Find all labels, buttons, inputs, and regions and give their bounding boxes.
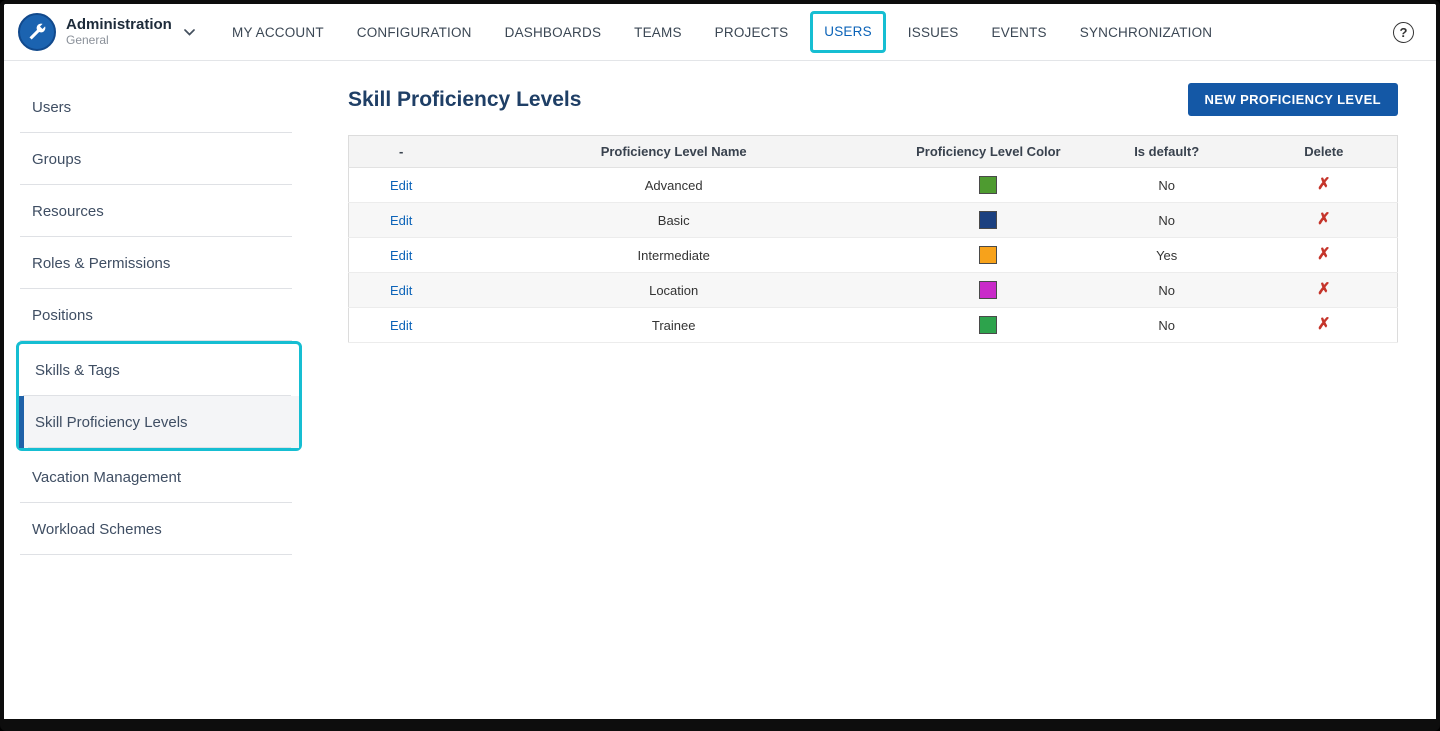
app-title: Administration — [66, 16, 172, 34]
column-header-name: Proficiency Level Name — [453, 135, 894, 168]
sidebar-item-label: Positions — [32, 306, 93, 324]
is-default-value: No — [1082, 272, 1251, 308]
chevron-down-icon[interactable] — [183, 28, 195, 36]
delete-icon[interactable]: ✗ — [1317, 316, 1330, 333]
is-default-value: No — [1082, 307, 1251, 343]
column-header-color: Proficiency Level Color — [893, 135, 1083, 168]
is-default-value: Yes — [1082, 237, 1251, 273]
app-window: Administration General MY ACCOUNT CONFIG… — [0, 0, 1440, 731]
column-header-delete: Delete — [1250, 135, 1398, 168]
sidebar-item-label: Groups — [32, 150, 82, 168]
nav-issues[interactable]: ISSUES — [908, 25, 959, 40]
table-row: Edit Location No ✗ — [348, 272, 1398, 308]
sidebar-item-resources[interactable]: Resources — [4, 185, 314, 237]
sidebar-item-label: Vacation Management — [32, 468, 181, 486]
main-header: Skill Proficiency Levels NEW PROFICIENCY… — [348, 83, 1398, 116]
sidebar-item-workload-schemes[interactable]: Workload Schemes — [4, 503, 314, 555]
sidebar-item-label: Resources — [32, 202, 104, 220]
sidebar-item-label: Workload Schemes — [32, 520, 162, 538]
nav-users[interactable]: USERS — [824, 24, 872, 39]
sidebar-item-label: Skill Proficiency Levels — [35, 413, 188, 431]
table-row: Edit Advanced No ✗ — [348, 167, 1398, 203]
page-title: Skill Proficiency Levels — [348, 87, 582, 111]
top-bar: Administration General MY ACCOUNT CONFIG… — [4, 4, 1436, 61]
table-row: Edit Basic No ✗ — [348, 202, 1398, 238]
new-proficiency-level-button[interactable]: NEW PROFICIENCY LEVEL — [1187, 83, 1398, 116]
sidebar-item-groups[interactable]: Groups — [4, 133, 314, 185]
color-swatch — [979, 176, 998, 194]
sidebar-item-skills-tags[interactable]: Skills & Tags — [19, 344, 299, 396]
proficiency-levels-table: - Proficiency Level Name Proficiency Lev… — [348, 135, 1398, 343]
sidebar-item-vacation-management[interactable]: Vacation Management — [4, 451, 314, 503]
sidebar-item-label: Roles & Permissions — [32, 254, 171, 272]
sidebar: Users Groups Resources Roles & Permissio… — [4, 61, 314, 719]
app-brand-text: Administration General — [66, 16, 172, 47]
app-brand[interactable]: Administration General — [18, 13, 204, 51]
sidebar-item-positions[interactable]: Positions — [4, 289, 314, 341]
color-swatch — [979, 246, 998, 264]
color-swatch — [979, 211, 998, 229]
table-header-row: - Proficiency Level Name Proficiency Lev… — [348, 135, 1398, 168]
edit-link[interactable]: Edit — [390, 283, 412, 298]
color-swatch — [979, 281, 998, 299]
nav-my-account[interactable]: MY ACCOUNT — [232, 25, 324, 40]
column-header-edit: - — [348, 135, 454, 168]
sidebar-item-roles-permissions[interactable]: Roles & Permissions — [4, 237, 314, 289]
delete-icon[interactable]: ✗ — [1317, 211, 1330, 228]
table-header: - Proficiency Level Name Proficiency Lev… — [348, 135, 1398, 168]
app-logo-icon — [18, 13, 56, 51]
delete-icon[interactable]: ✗ — [1317, 281, 1330, 298]
proficiency-level-name: Advanced — [453, 167, 894, 203]
edit-link[interactable]: Edit — [390, 178, 412, 193]
body-row: Users Groups Resources Roles & Permissio… — [4, 61, 1436, 719]
edit-link[interactable]: Edit — [390, 318, 412, 333]
proficiency-level-name: Trainee — [453, 307, 894, 343]
proficiency-level-name: Location — [453, 272, 894, 308]
is-default-value: No — [1082, 167, 1251, 203]
sidebar-item-users[interactable]: Users — [4, 81, 314, 133]
is-default-value: No — [1082, 202, 1251, 238]
nav-projects[interactable]: PROJECTS — [715, 25, 789, 40]
color-swatch — [979, 316, 998, 334]
nav-dashboards[interactable]: DASHBOARDS — [505, 25, 602, 40]
sidebar-annotation-box: Skills & Tags Skill Proficiency Levels — [16, 341, 302, 451]
help-icon[interactable]: ? — [1393, 21, 1414, 43]
table-body: Edit Advanced No ✗ Edit Basic No ✗ Edit … — [348, 167, 1398, 343]
app-subtitle: General — [66, 32, 109, 47]
edit-link[interactable]: Edit — [390, 213, 412, 228]
proficiency-level-name: Intermediate — [453, 237, 894, 273]
primary-nav: MY ACCOUNT CONFIGURATION DASHBOARDS TEAM… — [232, 11, 1393, 53]
sidebar-item-label: Users — [32, 98, 72, 116]
nav-configuration[interactable]: CONFIGURATION — [357, 25, 472, 40]
column-header-is-default: Is default? — [1082, 135, 1251, 168]
delete-icon[interactable]: ✗ — [1317, 246, 1330, 263]
nav-synchronization[interactable]: SYNCHRONIZATION — [1080, 25, 1213, 40]
table-row: Edit Intermediate Yes ✗ — [348, 237, 1398, 273]
main-content: Skill Proficiency Levels NEW PROFICIENCY… — [314, 61, 1436, 719]
nav-events[interactable]: EVENTS — [992, 25, 1047, 40]
sidebar-item-label: Skills & Tags — [35, 361, 120, 379]
edit-link[interactable]: Edit — [390, 248, 412, 263]
sidebar-item-skill-proficiency-levels[interactable]: Skill Proficiency Levels — [19, 396, 299, 448]
proficiency-level-name: Basic — [453, 202, 894, 238]
table-row: Edit Trainee No ✗ — [348, 307, 1398, 343]
delete-icon[interactable]: ✗ — [1317, 176, 1330, 193]
nav-teams[interactable]: TEAMS — [634, 25, 682, 40]
users-tab-annotation-box: USERS — [810, 11, 886, 53]
